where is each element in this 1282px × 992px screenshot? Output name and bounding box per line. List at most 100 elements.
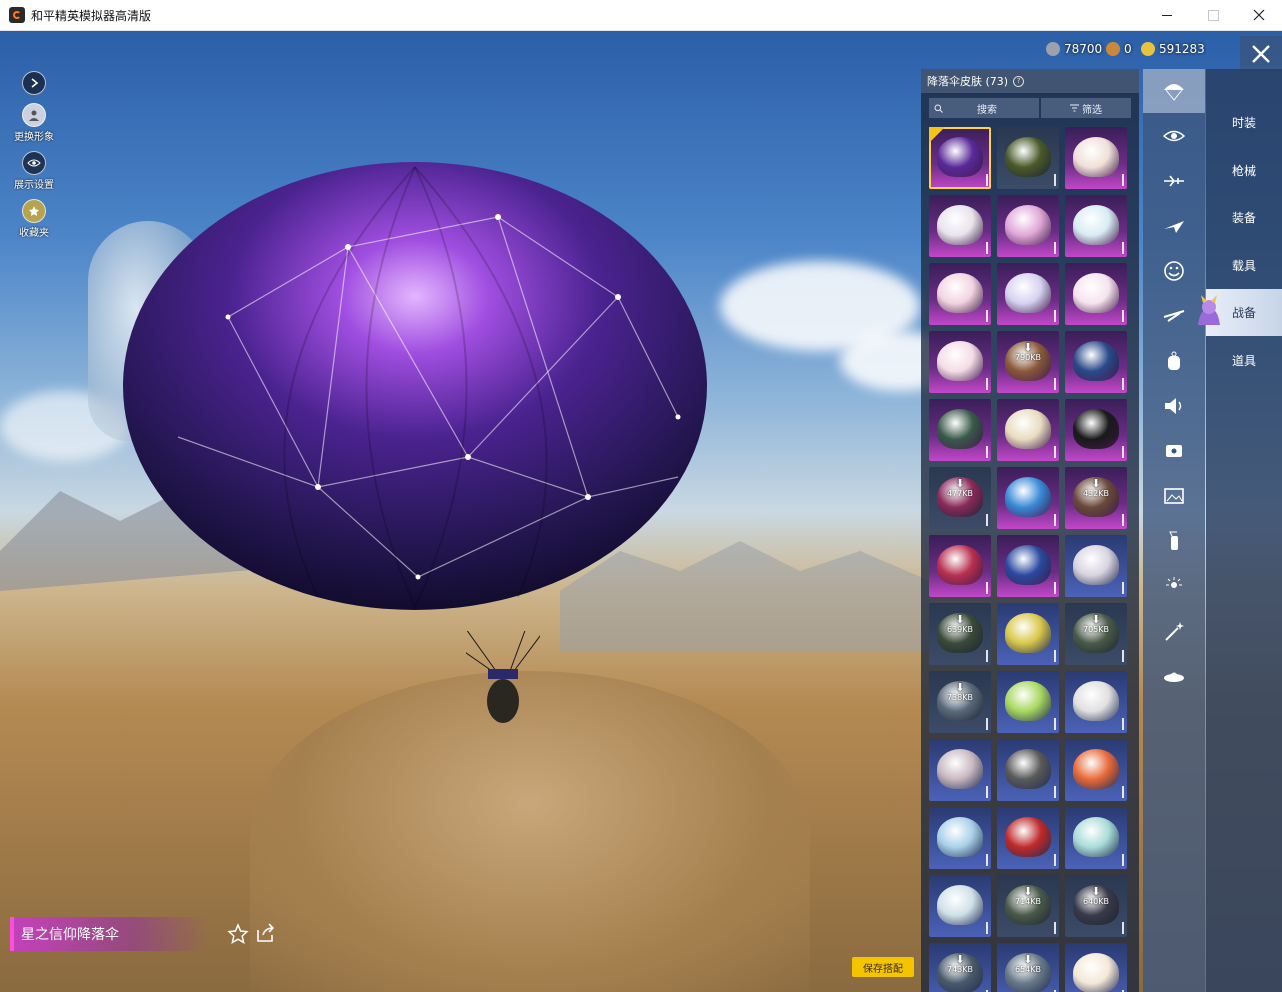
sub-category-tab[interactable] xyxy=(1143,114,1205,158)
download-icon: ⬇ xyxy=(1023,885,1033,898)
download-icon: ⬇ xyxy=(1091,885,1101,898)
rarity-bar xyxy=(1054,174,1056,186)
skin-cell[interactable] xyxy=(1065,739,1127,801)
skin-cell[interactable] xyxy=(997,671,1059,733)
category-tab[interactable]: 载具 xyxy=(1206,242,1282,289)
sub-category-tab[interactable] xyxy=(1143,609,1205,653)
speaker-icon xyxy=(1165,398,1182,414)
sub-category-tab[interactable] xyxy=(1143,474,1205,518)
search-placeholder: 搜索 xyxy=(977,104,997,116)
skin-cell[interactable] xyxy=(929,535,991,597)
skin-cell[interactable]: ⬇ 432KB xyxy=(1065,467,1127,529)
skin-cell[interactable] xyxy=(997,399,1059,461)
favorites-button[interactable]: 收藏夹 xyxy=(8,199,60,239)
sparkle-wand-icon xyxy=(1165,622,1184,641)
filter-button[interactable]: 筛选 xyxy=(1041,98,1131,118)
skin-cell[interactable] xyxy=(929,807,991,869)
parachute-skin-thumbnail xyxy=(1073,409,1119,449)
favorite-star-icon[interactable] xyxy=(227,923,249,945)
sub-category-tab[interactable] xyxy=(1143,204,1205,248)
skin-cell[interactable] xyxy=(929,263,991,325)
save-outfit-button[interactable]: 保存搭配 xyxy=(852,957,914,977)
rarity-bar xyxy=(986,242,988,254)
skin-cell[interactable] xyxy=(997,535,1059,597)
rarity-bar xyxy=(1054,242,1056,254)
close-screen-button[interactable] xyxy=(1240,36,1282,72)
play-icon xyxy=(31,78,39,88)
skin-cell[interactable] xyxy=(1065,331,1127,393)
sub-category-tab[interactable] xyxy=(1143,159,1205,203)
skin-cell[interactable]: ⬇ 705KB xyxy=(1065,603,1127,665)
skin-cell[interactable] xyxy=(997,739,1059,801)
parachute-preview[interactable] xyxy=(118,157,712,615)
sub-category-tab[interactable] xyxy=(1143,429,1205,473)
skin-cell[interactable] xyxy=(1065,399,1127,461)
galaxy-parachute-canopy xyxy=(123,162,707,610)
skin-cell[interactable] xyxy=(1065,535,1127,597)
rarity-bar xyxy=(1122,650,1124,662)
skin-cell[interactable]: ⬇ 714KB xyxy=(997,875,1059,937)
skin-cell[interactable] xyxy=(1065,263,1127,325)
skin-cell[interactable] xyxy=(929,875,991,937)
sub-category-tab[interactable] xyxy=(1143,339,1205,383)
rarity-bar xyxy=(1122,378,1124,390)
sub-category-tab[interactable] xyxy=(1143,249,1205,293)
skin-cell[interactable] xyxy=(929,195,991,257)
rarity-bar xyxy=(986,514,988,526)
skin-cell[interactable] xyxy=(997,127,1059,189)
close-icon xyxy=(1252,45,1270,63)
close-window-button[interactable] xyxy=(1236,0,1282,30)
rarity-bar xyxy=(1122,786,1124,798)
minimize-button[interactable] xyxy=(1144,0,1190,30)
skin-cell[interactable] xyxy=(997,467,1059,529)
skin-cell[interactable] xyxy=(929,399,991,461)
left-tool[interactable] xyxy=(8,71,60,95)
category-tab[interactable]: 枪械 xyxy=(1206,147,1282,194)
skin-cell[interactable]: ⬇ 477KB xyxy=(929,467,991,529)
skin-cell[interactable] xyxy=(929,127,991,189)
help-icon[interactable]: ? xyxy=(1013,75,1025,87)
parachute-skin-thumbnail xyxy=(1073,749,1119,789)
skin-cell[interactable] xyxy=(997,195,1059,257)
parachute-skin-thumbnail xyxy=(1005,749,1051,789)
skin-cell[interactable]: ⬇ 738KB xyxy=(929,671,991,733)
panel-header: 降落伞皮肤 (73) ? xyxy=(921,69,1139,93)
download-icon: ⬇ xyxy=(1091,613,1101,626)
download-size: ⬇ 432KB xyxy=(1065,478,1127,498)
coin-icon xyxy=(1046,42,1060,56)
category-tab[interactable]: 时装 xyxy=(1206,99,1282,146)
rarity-bar xyxy=(986,650,988,662)
category-tab-label: 枪械 xyxy=(1231,163,1256,178)
skin-cell[interactable]: ⬇ 743KB xyxy=(929,943,991,992)
skin-cell[interactable] xyxy=(1065,671,1127,733)
sub-category-tab[interactable] xyxy=(1143,519,1205,563)
category-tab[interactable]: 战备 xyxy=(1198,289,1282,336)
search-input[interactable]: 搜索 xyxy=(929,98,1039,118)
skin-cell[interactable]: ⬇ 640KB xyxy=(1065,875,1127,937)
sub-category-tab[interactable] xyxy=(1143,69,1205,113)
category-tab[interactable]: 道具 xyxy=(1206,337,1282,384)
skin-cell[interactable] xyxy=(1065,807,1127,869)
maximize-button[interactable] xyxy=(1190,0,1236,30)
share-icon[interactable] xyxy=(255,922,277,944)
category-tab[interactable]: 装备 xyxy=(1206,194,1282,241)
parachute-skin-thumbnail xyxy=(937,137,983,177)
skin-cell[interactable]: ⬇ 790KB xyxy=(997,331,1059,393)
skin-cell[interactable] xyxy=(929,739,991,801)
parachute-skin-thumbnail xyxy=(937,817,983,857)
skin-cell[interactable] xyxy=(929,331,991,393)
skin-cell[interactable] xyxy=(1065,127,1127,189)
sub-category-tab[interactable] xyxy=(1143,654,1205,698)
skin-cell[interactable] xyxy=(997,263,1059,325)
skin-cell[interactable]: ⬇ 639KB xyxy=(929,603,991,665)
sub-category-tab[interactable] xyxy=(1143,564,1205,608)
skin-cell[interactable] xyxy=(997,603,1059,665)
skin-cell[interactable]: ⬇ 654KB xyxy=(997,943,1059,992)
sub-category-tab[interactable] xyxy=(1143,384,1205,428)
skin-cell[interactable] xyxy=(997,807,1059,869)
change-avatar-button[interactable]: 更换形象 xyxy=(8,103,60,143)
skin-cell[interactable] xyxy=(1065,195,1127,257)
display-settings-button[interactable]: 展示设置 xyxy=(8,151,60,191)
parachute-skin-thumbnail xyxy=(1073,137,1119,177)
skin-cell[interactable] xyxy=(1065,943,1127,992)
